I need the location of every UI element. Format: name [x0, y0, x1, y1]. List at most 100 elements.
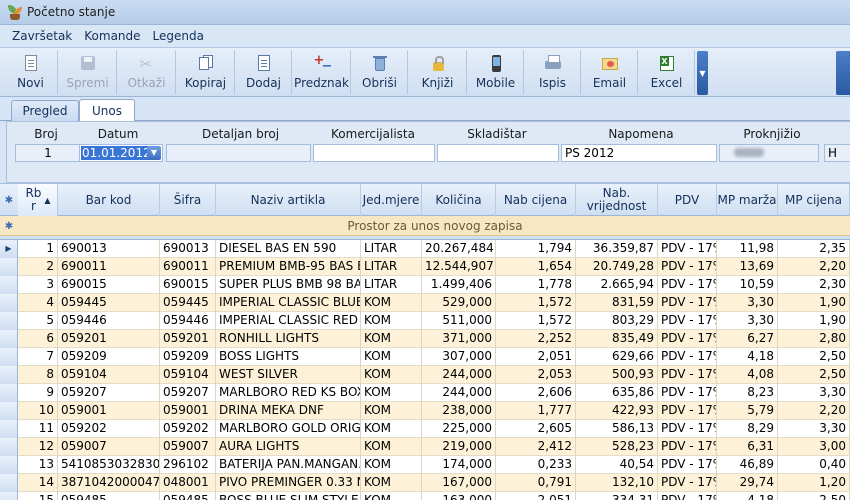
cell-nab-vrijednost[interactable]: 132,10 — [576, 474, 658, 492]
cell-nab-cijena[interactable]: 2,605 — [496, 420, 576, 438]
col-header-nab-vrijednost[interactable]: Nab. vrijednost — [576, 184, 658, 216]
table-row[interactable]: 2690011690011PREMIUM BMB-95 BAS EN 228LI… — [0, 258, 850, 276]
cell-rbr[interactable]: 12 — [18, 438, 58, 456]
cell-sifra[interactable]: 296102 — [160, 456, 216, 474]
cell-naziv[interactable]: MARLBORO GOLD ORIGINAL — [216, 420, 361, 438]
cell-mp-marza[interactable]: 46,89 — [717, 456, 778, 474]
cell-mp-marza[interactable]: 4,18 — [717, 492, 778, 500]
cell-bar-kod[interactable]: 059201 — [58, 330, 160, 348]
cell-bar-kod[interactable]: 3871042000047 — [58, 474, 160, 492]
cell-mp-marza[interactable]: 8,29 — [717, 420, 778, 438]
cell-sifra[interactable]: 690015 — [160, 276, 216, 294]
table-row[interactable]: 13 5410853032830 296102 BATERIJA PAN.MANGAN… — [0, 456, 850, 474]
novi-button[interactable]: Novi — [4, 50, 58, 94]
row-header[interactable] — [0, 258, 18, 276]
cell-rbr[interactable]: 15 — [18, 492, 58, 500]
cell-mp-cijena[interactable]: 2,80 — [778, 330, 850, 348]
cell-rbr[interactable]: 2 — [18, 258, 58, 276]
cell-nab-cijena[interactable]: 1,777 — [496, 402, 576, 420]
cell-nab-cijena[interactable]: 1,794 — [496, 240, 576, 258]
row-header[interactable] — [0, 384, 18, 402]
cell-sifra[interactable]: 059446 — [160, 312, 216, 330]
cell-nab-vrijednost[interactable]: 40,54 — [576, 456, 658, 474]
cell-jed-mjere[interactable]: KOM — [361, 456, 422, 474]
skladistar-field[interactable] — [437, 144, 559, 162]
cell-rbr[interactable]: 14 — [18, 474, 58, 492]
cell-mp-cijena[interactable]: 2,35 — [778, 240, 850, 258]
cell-mp-marza[interactable]: 4,08 — [717, 366, 778, 384]
table-row[interactable]: 4 059445 059445 IMPERIAL CLASSIC BLUE KOM 529… — [0, 294, 850, 312]
cell-sifra[interactable]: 059201 — [160, 330, 216, 348]
row-header[interactable] — [0, 492, 18, 500]
cell-bar-kod[interactable]: 5410853032830 — [58, 456, 160, 474]
table-row[interactable]: 12 059007 059007 AURA LIGHTS KOM 219,000 2,412… — [0, 438, 850, 456]
cell-jed-mjere[interactable]: KOM — [361, 384, 422, 402]
table-row[interactable]: 9 059207 059207 MARLBORO RED KS BOX KOM 244,0… — [0, 384, 850, 402]
cell-bar-kod[interactable]: 690013 — [58, 240, 160, 258]
ispis-button[interactable]: Ispis — [525, 50, 581, 94]
cell-nab-vrijednost[interactable]: 586,13 — [576, 420, 658, 438]
cell-sifra[interactable]: 059207 — [160, 384, 216, 402]
cell-naziv[interactable]: AURA LIGHTS — [216, 438, 361, 456]
cell-mp-marza[interactable]: 8,23 — [717, 384, 778, 402]
cell-bar-kod[interactable]: 059209 — [58, 348, 160, 366]
cell-pdv[interactable]: PDV - 17% — [658, 402, 717, 420]
cell-bar-kod[interactable]: 059001 — [58, 402, 160, 420]
cell-jed-mjere[interactable]: KOM — [361, 420, 422, 438]
cell-jed-mjere[interactable]: KOM — [361, 294, 422, 312]
cell-naziv[interactable]: IMPERIAL CLASSIC RED — [216, 312, 361, 330]
cell-kolicina[interactable]: 1.499,406 — [422, 276, 496, 294]
cell-naziv[interactable]: PREMIUM BMB-95 BAS EN 228 — [216, 258, 361, 276]
cell-bar-kod[interactable]: 059446 — [58, 312, 160, 330]
col-header-kolicina[interactable]: Količina — [422, 184, 496, 216]
row-header[interactable] — [0, 456, 18, 474]
cell-mp-marza[interactable]: 13,69 — [717, 258, 778, 276]
cell-mp-marza[interactable]: 6,27 — [717, 330, 778, 348]
cell-jed-mjere[interactable]: KOM — [361, 474, 422, 492]
cell-mp-cijena[interactable]: 2,50 — [778, 492, 850, 500]
broj-field[interactable]: 1 — [15, 144, 81, 162]
cell-nab-vrijednost[interactable]: 831,59 — [576, 294, 658, 312]
cell-nab-vrijednost[interactable]: 635,86 — [576, 384, 658, 402]
menu-zavrsetak[interactable]: Završetak — [6, 29, 78, 43]
cell-naziv[interactable]: IMPERIAL CLASSIC BLUE — [216, 294, 361, 312]
row-header[interactable] — [0, 294, 18, 312]
cell-pdv[interactable]: PDV - 17% — [658, 294, 717, 312]
cell-bar-kod[interactable]: 059007 — [58, 438, 160, 456]
cell-jed-mjere[interactable]: KOM — [361, 330, 422, 348]
menu-legenda[interactable]: Legenda — [147, 29, 210, 43]
cell-kolicina[interactable]: 511,000 — [422, 312, 496, 330]
cell-nab-cijena[interactable]: 2,051 — [496, 492, 576, 500]
cell-kolicina[interactable]: 12.544,907 — [422, 258, 496, 276]
cell-kolicina[interactable]: 371,000 — [422, 330, 496, 348]
cell-naziv[interactable]: WEST SILVER — [216, 366, 361, 384]
cell-naziv[interactable]: PIVO PREMINGER 0.33 NEPOVR — [216, 474, 361, 492]
cell-mp-marza[interactable]: 3,30 — [717, 294, 778, 312]
cell-mp-cijena[interactable]: 3,30 — [778, 420, 850, 438]
cell-rbr[interactable]: 3 — [18, 276, 58, 294]
col-header-bar-kod[interactable]: Bar kod — [58, 184, 160, 216]
cell-jed-mjere[interactable]: KOM — [361, 438, 422, 456]
cell-sifra[interactable]: 059445 — [160, 294, 216, 312]
cell-kolicina[interactable]: 244,000 — [422, 384, 496, 402]
predznak-button[interactable]: + − Predznak — [293, 50, 351, 94]
kopiraj-button[interactable]: Kopiraj — [177, 50, 235, 94]
cell-naziv[interactable]: DIESEL BAS EN 590 — [216, 240, 361, 258]
cell-kolicina[interactable]: 20.267,484 — [422, 240, 496, 258]
datum-date-picker[interactable]: 01.01.2012 ▼ — [79, 144, 163, 162]
cell-kolicina[interactable]: 238,000 — [422, 402, 496, 420]
cell-nab-cijena[interactable]: 2,053 — [496, 366, 576, 384]
spremi-button[interactable]: Spremi — [59, 50, 117, 94]
col-header-mp-cijena[interactable]: MP cijena — [778, 184, 850, 216]
cell-sifra[interactable]: 690013 — [160, 240, 216, 258]
cell-bar-kod[interactable]: 059104 — [58, 366, 160, 384]
cell-kolicina[interactable]: 174,000 — [422, 456, 496, 474]
cell-pdv[interactable]: PDV - 17% — [658, 456, 717, 474]
cell-nab-cijena[interactable]: 2,412 — [496, 438, 576, 456]
cell-kolicina[interactable]: 307,000 — [422, 348, 496, 366]
cell-mp-cijena[interactable]: 2,20 — [778, 258, 850, 276]
cell-kolicina[interactable]: 225,000 — [422, 420, 496, 438]
cell-nab-vrijednost[interactable]: 20.749,28 — [576, 258, 658, 276]
cell-rbr[interactable]: 8 — [18, 366, 58, 384]
dodaj-button[interactable]: Dodaj — [236, 50, 292, 94]
